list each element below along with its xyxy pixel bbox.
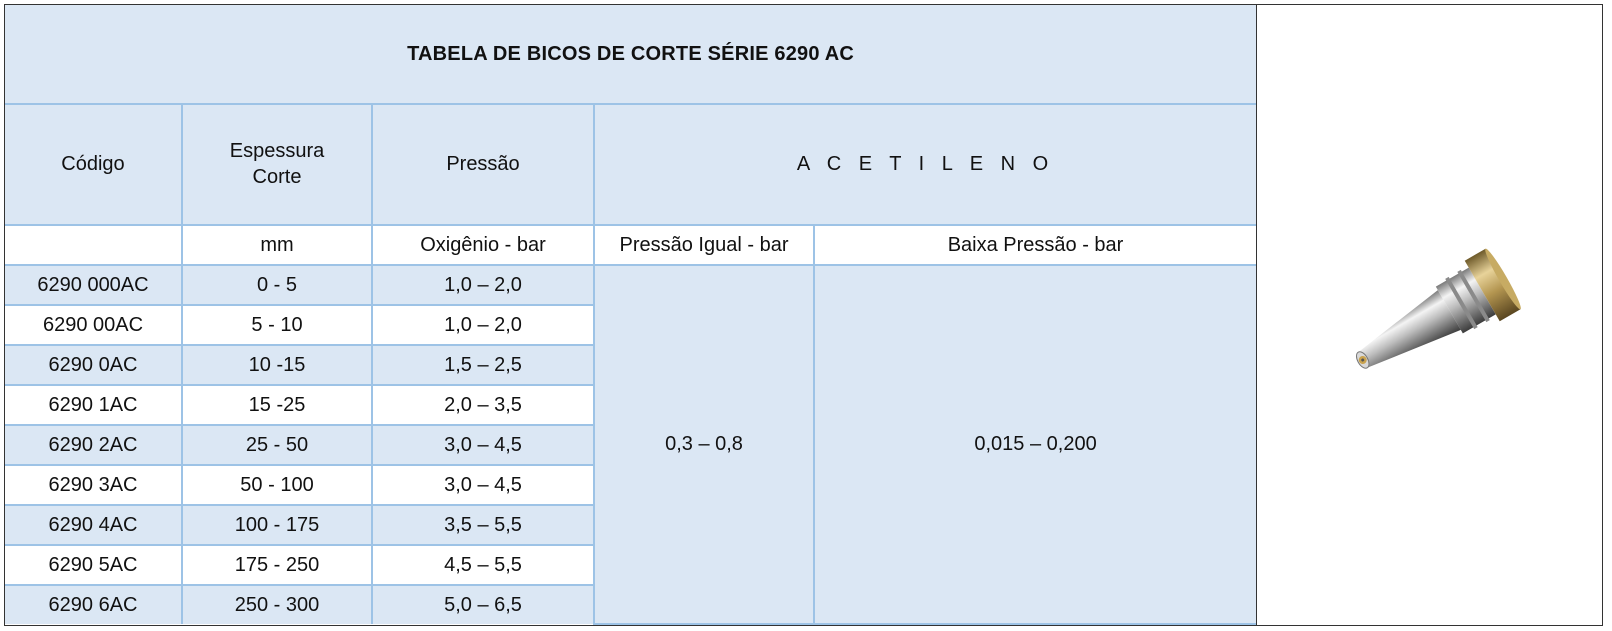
cell-oxigenio: 3,5 – 5,5 [371, 503, 594, 546]
cell-oxigenio: 2,0 – 3,5 [371, 383, 594, 426]
cell-espessura: 175 - 250 [181, 543, 373, 586]
unit-espessura: mm [181, 223, 373, 266]
header-codigo: Código [5, 102, 183, 226]
cell-codigo: 6290 6AC [5, 583, 183, 624]
cutting-nozzle-image [1355, 248, 1521, 369]
cell-espessura: 50 - 100 [181, 463, 373, 506]
cell-codigo: 6290 00AC [5, 303, 183, 346]
header-espessura-line1: Espessura [229, 140, 325, 163]
cell-codigo: 6290 0AC [5, 343, 183, 386]
table-title-cell: TABELA DE BICOS DE CORTE SÉRIE 6290 AC [5, 5, 1257, 105]
cell-espessura: 10 -15 [181, 343, 373, 386]
cell-espessura: 0 - 5 [181, 263, 373, 306]
cell-pressao-igual: 0,3 – 0,8 [593, 263, 815, 626]
cell-codigo: 6290 1AC [5, 383, 183, 426]
cell-codigo: 6290 5AC [5, 543, 183, 586]
cell-oxigenio: 5,0 – 6,5 [371, 583, 594, 624]
unit-oxigenio: Oxigênio - bar [371, 223, 595, 266]
cell-codigo: 6290 000AC [5, 263, 183, 306]
cell-oxigenio: 4,5 – 5,5 [371, 543, 594, 586]
nozzle-photo-panel [1257, 5, 1602, 625]
table-title: TABELA DE BICOS DE CORTE SÉRIE 6290 AC [407, 42, 854, 65]
cell-oxigenio: 1,0 – 2,0 [371, 263, 595, 306]
nozzle-table: TABELA DE BICOS DE CORTE SÉRIE 6290 AC C… [5, 5, 1257, 626]
cell-baixa-pressao: 0,015 – 0,200 [812, 263, 1257, 626]
cell-codigo: 6290 2AC [5, 423, 183, 466]
nozzle-body [1355, 248, 1521, 369]
cell-oxigenio: 1,0 – 2,0 [371, 303, 594, 346]
unit-codigo [5, 223, 183, 266]
cell-espessura: 15 -25 [181, 383, 373, 426]
cell-oxigenio: 1,5 – 2,5 [371, 343, 594, 386]
cell-oxigenio: 3,0 – 4,5 [371, 463, 594, 506]
nozzle-table-container: TABELA DE BICOS DE CORTE SÉRIE 6290 AC C… [5, 5, 1257, 626]
cell-espessura: 250 - 300 [181, 583, 373, 624]
cell-espessura: 5 - 10 [181, 303, 373, 346]
page-frame: TABELA DE BICOS DE CORTE SÉRIE 6290 AC C… [4, 4, 1603, 626]
header-espessura-line2: Corte [252, 166, 302, 189]
unit-pressao-igual: Pressão Igual - bar [593, 223, 815, 266]
cell-codigo: 6290 3AC [5, 463, 183, 506]
cell-espessura: 100 - 175 [181, 503, 373, 546]
cell-espessura: 25 - 50 [181, 423, 373, 466]
cell-oxigenio: 3,0 – 4,5 [371, 423, 594, 466]
unit-baixa-pressao: Baixa Pressão - bar [812, 223, 1257, 266]
header-pressao: Pressão [371, 102, 595, 226]
header-acetileno: A C E T I L E N O [592, 102, 1257, 226]
header-espessura: Espessura Corte [181, 102, 373, 226]
cell-codigo: 6290 4AC [5, 503, 183, 546]
